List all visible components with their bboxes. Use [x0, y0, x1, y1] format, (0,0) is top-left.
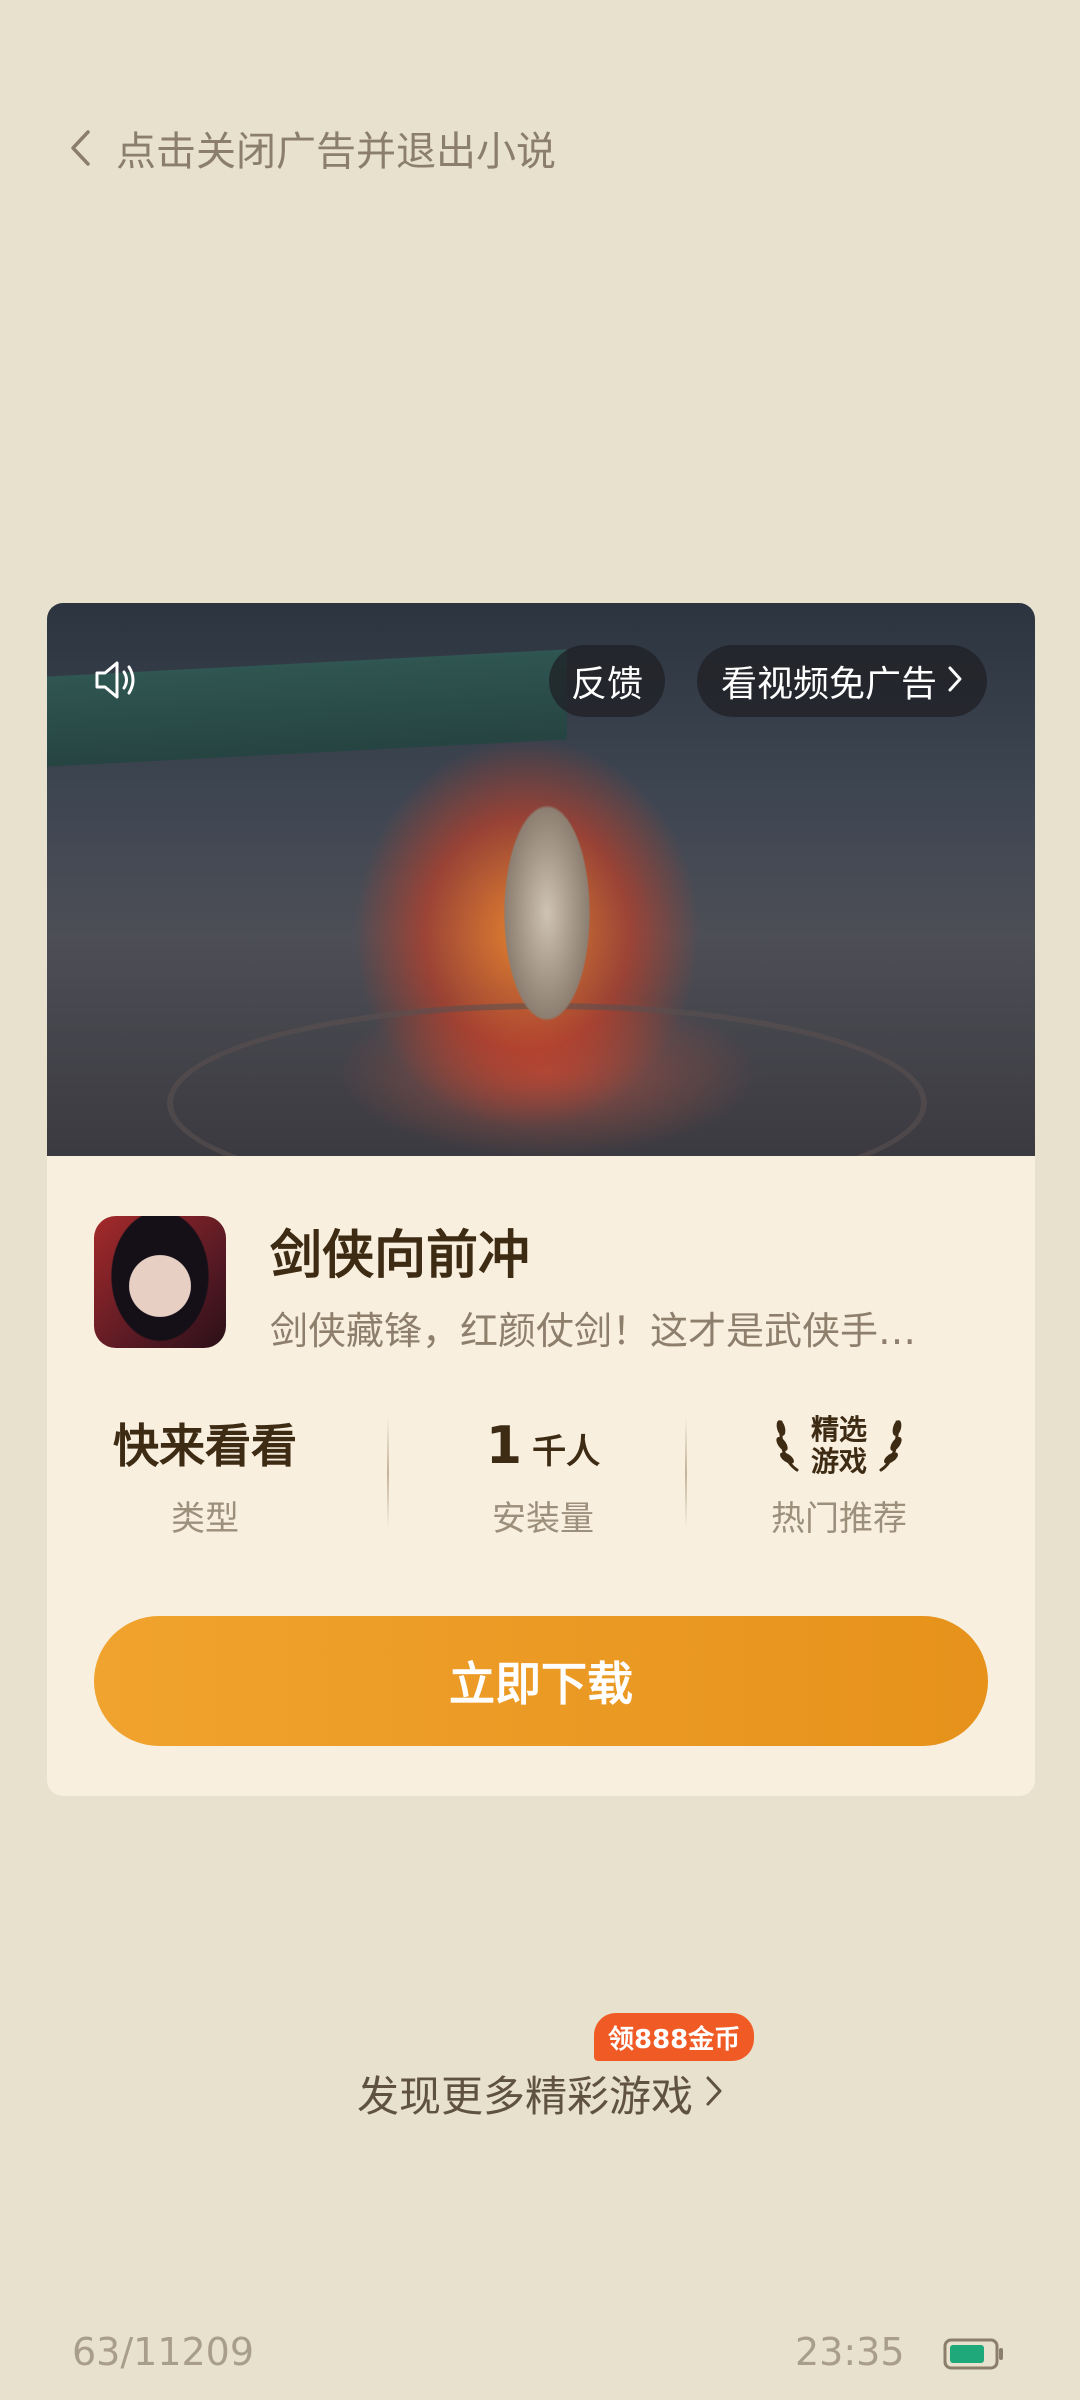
- discover-more-games-link[interactable]: 发现更多精彩游戏: [0, 2063, 1080, 2123]
- installs-unit: 千人: [532, 1432, 601, 1472]
- reward-tag-label: 领888金币: [608, 2024, 741, 2055]
- close-ad-exit-novel[interactable]: 点击关闭广告并退出小说: [68, 118, 556, 178]
- reward-tag: 领888金币: [594, 2013, 755, 2061]
- featured-badge-line2: 游戏: [810, 1445, 867, 1478]
- featured-badge-line1: 精选: [810, 1413, 867, 1446]
- stat-installs: 1 千人 安装量: [403, 1413, 683, 1540]
- app-name: 剑侠向前冲: [270, 1226, 531, 1286]
- featured-badge-text: 精选 游戏: [811, 1414, 867, 1478]
- watch-video-no-ads-button[interactable]: 看视频免广告: [697, 645, 987, 717]
- laurel-icon: [875, 1414, 905, 1478]
- app-icon[interactable]: [94, 1216, 226, 1348]
- discover-label: 发现更多精彩游戏: [356, 2071, 693, 2121]
- stat-divider: [387, 1418, 389, 1528]
- battery-icon: [943, 2338, 1005, 2370]
- laurel-icon: [773, 1414, 803, 1478]
- feedback-button[interactable]: 反馈: [549, 645, 665, 717]
- close-ad-label: 点击关闭广告并退出小说: [116, 129, 556, 175]
- watch-video-no-ads-label: 看视频免广告: [720, 664, 937, 705]
- stat-featured: 精选 游戏 热门推荐: [699, 1413, 979, 1540]
- category-label: 类型: [171, 1499, 239, 1539]
- installs-number: 1: [485, 1416, 523, 1476]
- chevron-right-icon: [705, 2074, 723, 2112]
- featured-badge: 精选 游戏: [699, 1413, 979, 1479]
- category-value: 快来看看: [113, 1419, 297, 1473]
- installs-value: 1 千人: [403, 1413, 683, 1479]
- download-label: 立即下载: [449, 1657, 633, 1711]
- app-description: 剑侠藏锋，红颜仗剑！这才是武侠手…: [270, 1309, 917, 1353]
- clock: 23:35: [795, 2330, 905, 2374]
- download-button[interactable]: 立即下载: [94, 1616, 988, 1746]
- ad-video[interactable]: 反馈 看视频免广告: [47, 603, 1035, 1156]
- reading-progress: 63/11209: [72, 2330, 255, 2374]
- feedback-label: 反馈: [570, 664, 643, 705]
- featured-label: 热门推荐: [771, 1499, 907, 1539]
- installs-label: 安装量: [492, 1499, 594, 1539]
- speaker-icon[interactable]: [91, 655, 141, 705]
- video-scene-character: [487, 763, 607, 1063]
- chevron-right-icon: [947, 661, 963, 702]
- ad-card[interactable]: 反馈 看视频免广告 剑侠向前冲 剑侠藏锋，红颜仗剑！这才是武侠手… 快来看看 类…: [47, 603, 1035, 1796]
- chevron-left-icon: [68, 128, 98, 168]
- stat-divider: [685, 1418, 687, 1528]
- stat-category: 快来看看 类型: [65, 1413, 345, 1540]
